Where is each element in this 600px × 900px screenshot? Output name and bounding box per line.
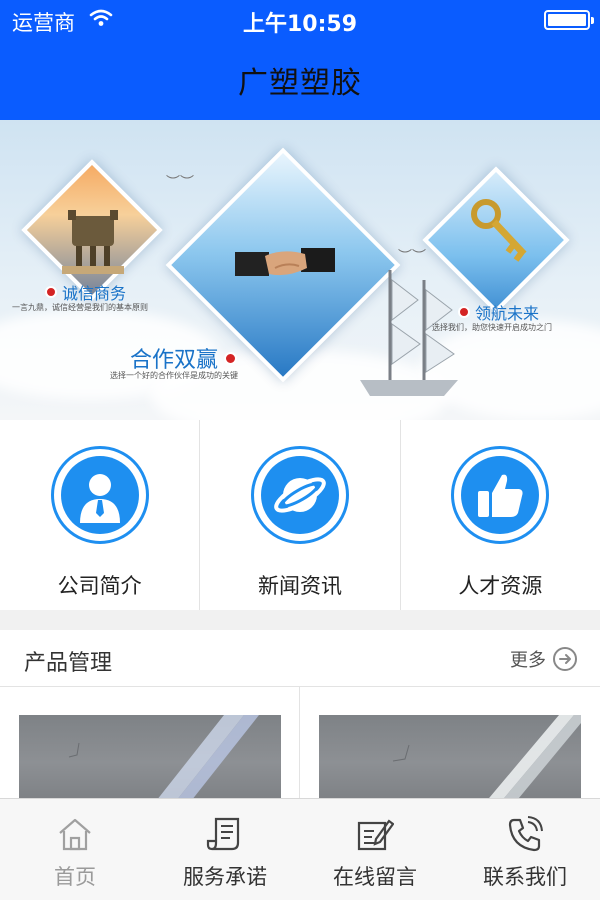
page-title: 广塑塑胶 — [238, 66, 362, 101]
tab-label: 联系我们 — [483, 865, 567, 889]
edit-note-icon — [357, 819, 394, 851]
quick-item-label: 人才资源 — [458, 574, 543, 598]
key-icon — [471, 199, 527, 262]
quick-item-badge — [451, 446, 550, 544]
section-title: 产品管理 — [24, 651, 113, 676]
plastic-strip-image — [392, 715, 581, 810]
quick-item-badge — [50, 446, 149, 544]
quick-item-label: 公司简介 — [57, 574, 142, 598]
quick-item-talent[interactable]: 人才资源 — [401, 420, 600, 610]
quick-item-label: 新闻资讯 — [257, 574, 342, 598]
planet-icon — [274, 477, 326, 513]
tab-contact-us[interactable]: 联系我们 — [450, 799, 600, 900]
tab-online-message[interactable]: 在线留言 — [300, 799, 450, 900]
phone-icon — [508, 816, 543, 852]
banner-right-title: 领航未来 — [475, 304, 540, 323]
tab-service-promise[interactable]: 服务承诺 — [150, 799, 300, 900]
quick-item-company-profile[interactable]: 公司简介 — [0, 420, 201, 610]
banner-caption-right: 领航未来 — [458, 300, 539, 324]
red-dot-icon — [458, 306, 470, 318]
seagull-icon: ︶︶ — [166, 175, 194, 191]
banner-center-subtitle: 选择一个好的合作伙伴是成功的关键 — [110, 371, 238, 380]
quick-item-badge — [250, 446, 349, 544]
bronze-ding-icon — [62, 210, 124, 274]
quick-item-news[interactable]: 新闻资讯 — [200, 420, 401, 610]
more-link[interactable]: 更多 — [510, 646, 578, 672]
tab-home[interactable]: 首页 — [0, 799, 150, 900]
home-icon — [59, 818, 91, 851]
bottom-tab-bar: 首页 服务承诺 在线留言 联系我们 — [0, 798, 600, 900]
banner-caption-left: 诚信商务 — [45, 280, 126, 304]
more-label: 更多 — [510, 650, 546, 671]
quick-menu: 公司简介 新闻资讯 人才资源 — [0, 420, 600, 610]
handshake-icon — [235, 248, 335, 276]
banner-left-title: 诚信商务 — [62, 284, 127, 303]
person-icon — [79, 474, 120, 523]
scroll-icon — [206, 817, 240, 851]
banner-left-subtitle: 一言九鼎，诚信经营是我们的基本原则 — [12, 303, 148, 312]
product-thumbnail[interactable] — [319, 715, 581, 810]
banner-right-subtitle: 选择我们，助您快速开启成功之门 — [432, 323, 552, 332]
product-thumbnail[interactable] — [19, 715, 281, 810]
column-divider — [299, 687, 300, 810]
clock: 上午10:59 — [242, 12, 358, 37]
arrow-right-circle-icon — [553, 647, 577, 671]
plastic-strip-image — [68, 715, 259, 810]
tab-label: 服务承诺 — [183, 865, 267, 889]
section-header: 产品管理 更多 — [0, 630, 600, 687]
status-bar: 运营商 上午10:59 — [0, 0, 600, 40]
tab-label: 首页 — [54, 865, 96, 889]
hero-banner[interactable]: ︶︶ ︶︶ 诚信商务 一言九鼎，诚信经营是我们的基本原则 合作双赢 选择一个好的… — [0, 120, 600, 420]
battery-icon — [544, 10, 594, 30]
tab-label: 在线留言 — [333, 865, 417, 889]
red-dot-icon — [224, 351, 238, 365]
red-dot-icon — [45, 286, 57, 298]
top-header: 运营商 上午10:59 广塑塑胶 — [0, 0, 600, 120]
thumbs-up-icon — [478, 474, 523, 517]
products-section: 产品管理 更多 — [0, 630, 600, 810]
